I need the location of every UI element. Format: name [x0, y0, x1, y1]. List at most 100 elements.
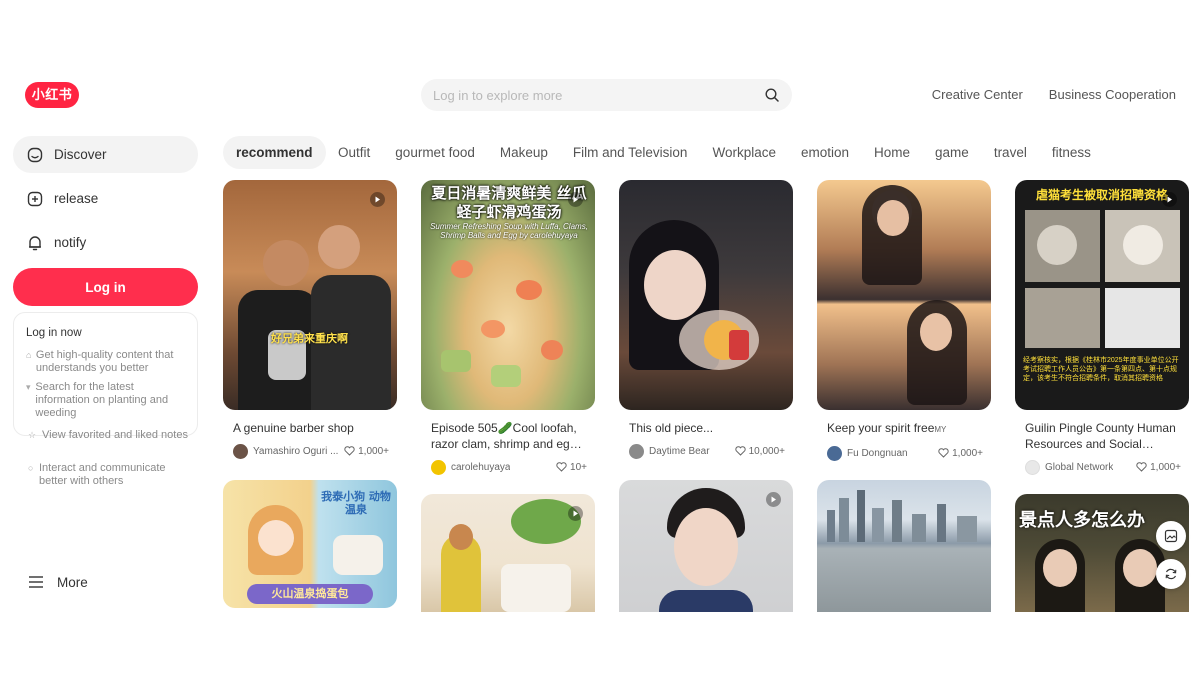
card-title[interactable]: A genuine barber shop [233, 420, 389, 436]
avatar[interactable] [431, 459, 446, 475]
card-image[interactable] [421, 494, 595, 612]
video-icon [1162, 192, 1177, 207]
sidebar: Discover release notify Log in Log in no… [13, 136, 198, 487]
feed-card[interactable]: 景点人多怎么办 [1015, 494, 1189, 612]
author-name[interactable]: Global Network [1045, 462, 1113, 473]
heart-icon [344, 446, 355, 456]
login-button[interactable]: Log in [13, 268, 198, 306]
like-count: 1,000+ [952, 447, 983, 459]
search-icon[interactable] [764, 87, 780, 103]
card-title[interactable]: Keep your spirit freeMY [827, 420, 983, 438]
tab-emotion[interactable]: emotion [788, 136, 861, 169]
feed-card[interactable] [619, 480, 793, 612]
card-author[interactable]: Yamashiro Oguri ... [233, 443, 338, 459]
menu-icon [27, 573, 45, 591]
author-name[interactable]: carolehuyaya [451, 462, 510, 473]
feed-card[interactable] [817, 480, 991, 612]
search-bar[interactable] [421, 79, 792, 111]
card-image[interactable]: 虐猫考生被取消招聘资格 经考察核实，根据《桂林市2025年度事业单位公开考试招聘… [1015, 180, 1189, 410]
creative-center-link[interactable]: Creative Center [932, 87, 1023, 102]
tab-game[interactable]: game [923, 136, 982, 169]
feed-card[interactable]: 夏日消暑清爽鲜美 丝瓜蛏子虾滑鸡蛋汤 Summer Refreshing Sou… [421, 180, 595, 475]
more-label: More [57, 574, 88, 590]
author-name[interactable]: Yamashiro Oguri ... [253, 446, 338, 457]
card-image[interactable] [817, 180, 991, 410]
feed-card[interactable]: Keep your spirit freeMY Fu Dongnuan 1,00… [817, 180, 991, 461]
tab-outfit[interactable]: Outfit [326, 136, 383, 169]
refresh-button[interactable] [1156, 559, 1186, 589]
card-meta: Global Network 1,000+ [1025, 459, 1181, 475]
benefit-text: View favorited and liked notes [42, 429, 188, 441]
like-button[interactable]: 1,000+ [938, 448, 983, 459]
tab-recommend[interactable]: recommend [223, 136, 326, 169]
card-author[interactable]: Fu Dongnuan [827, 445, 908, 461]
card-image[interactable] [619, 180, 793, 410]
benefit-text: Search for the latest information on pla… [35, 381, 169, 419]
business-cooperation-link[interactable]: Business Cooperation [1049, 87, 1176, 102]
avatar[interactable] [233, 443, 248, 459]
card-image[interactable]: 夏日消暑清爽鲜美 丝瓜蛏子虾滑鸡蛋汤 Summer Refreshing Sou… [421, 180, 595, 410]
tab-fitness[interactable]: fitness [1039, 136, 1103, 169]
feed-card[interactable] [421, 494, 595, 612]
avatar[interactable] [629, 443, 644, 459]
card-meta: Daytime Bear 10,000+ [629, 443, 785, 459]
video-icon [370, 192, 385, 207]
tab-gourmet-food[interactable]: gourmet food [383, 136, 488, 169]
sidebar-item-label: notify [54, 235, 87, 250]
like-count: 1,000+ [1150, 461, 1181, 473]
image-view-button[interactable] [1156, 521, 1186, 551]
tab-makeup[interactable]: Makeup [487, 136, 560, 169]
like-button[interactable]: 1,000+ [1136, 462, 1181, 473]
card-author[interactable]: Daytime Bear [629, 443, 710, 459]
tab-film-and-television[interactable]: Film and Television [560, 136, 700, 169]
card-author[interactable]: Global Network [1025, 459, 1113, 475]
like-button[interactable]: 10+ [556, 462, 587, 473]
chat-icon: ○ [28, 463, 34, 473]
search-input[interactable] [433, 87, 764, 103]
avatar[interactable] [827, 445, 842, 461]
like-button[interactable]: 1,000+ [344, 446, 389, 457]
video-icon [568, 192, 583, 207]
author-name[interactable]: Daytime Bear [649, 446, 710, 457]
card-image[interactable]: 景点人多怎么办 [1015, 494, 1189, 612]
sidebar-item-release[interactable]: release [13, 180, 198, 217]
sidebar-item-notify[interactable]: notify [13, 224, 198, 261]
card-author[interactable]: carolehuyaya [431, 459, 510, 475]
bullet-icon: ▾ [26, 382, 31, 392]
card-title[interactable]: Guilin Pingle County Human Resources and… [1025, 420, 1181, 452]
card-title-suffix: MY [934, 425, 947, 434]
card-title[interactable]: This old piece... [629, 420, 785, 436]
tab-workplace[interactable]: Workplace [700, 136, 789, 169]
bullet-icon: ⌂ [26, 350, 32, 360]
card-image[interactable] [619, 480, 793, 612]
card-title[interactable]: Episode 505🥒Cool loofah, razor clam, shr… [431, 420, 587, 452]
home-icon [26, 146, 44, 164]
heart-icon [938, 448, 949, 458]
more-button[interactable]: More [27, 573, 88, 591]
login-card-title: Log in now [26, 327, 82, 339]
image-caption: 景点人多怎么办 [1019, 510, 1145, 531]
heart-icon [734, 446, 746, 456]
card-image[interactable] [817, 480, 991, 612]
tab-travel[interactable]: travel [981, 136, 1039, 169]
benefit-item: ⌂ Get high-quality content that understa… [26, 349, 185, 375]
logo[interactable]: 小红书 [25, 82, 79, 108]
like-count: 10,000+ [748, 445, 785, 457]
page: 小红书 Creative Center Business Cooperation… [0, 0, 1200, 675]
card-image[interactable]: 好兄弟来重庆啊 [223, 180, 397, 410]
card-meta: Yamashiro Oguri ... 1,000+ [233, 443, 389, 459]
image-banner: 火山温泉捣蛋包 [247, 584, 373, 604]
image-caption: 我泰小狗 动物温泉 [321, 490, 391, 516]
like-button[interactable]: 10,000+ [734, 445, 785, 457]
refresh-icon [1165, 568, 1177, 580]
feed-card[interactable]: 我泰小狗 动物温泉 火山温泉捣蛋包 [223, 480, 397, 608]
author-name[interactable]: Fu Dongnuan [847, 448, 908, 459]
sidebar-item-discover[interactable]: Discover [13, 136, 198, 173]
avatar[interactable] [1025, 459, 1040, 475]
card-image[interactable]: 我泰小狗 动物温泉 火山温泉捣蛋包 [223, 480, 397, 608]
feed-card[interactable]: 虐猫考生被取消招聘资格 经考察核实，根据《桂林市2025年度事业单位公开考试招聘… [1015, 180, 1189, 475]
feed-card[interactable]: This old piece... Daytime Bear 10,000+ [619, 180, 793, 459]
feed-card[interactable]: 好兄弟来重庆啊 A genuine barber shop Yamashiro … [223, 180, 397, 459]
tab-home[interactable]: Home [862, 136, 923, 169]
image-subcaption: 经考察核实，根据《桂林市2025年度事业单位公开考试招聘工作人员公告》第一条第四… [1023, 357, 1179, 382]
